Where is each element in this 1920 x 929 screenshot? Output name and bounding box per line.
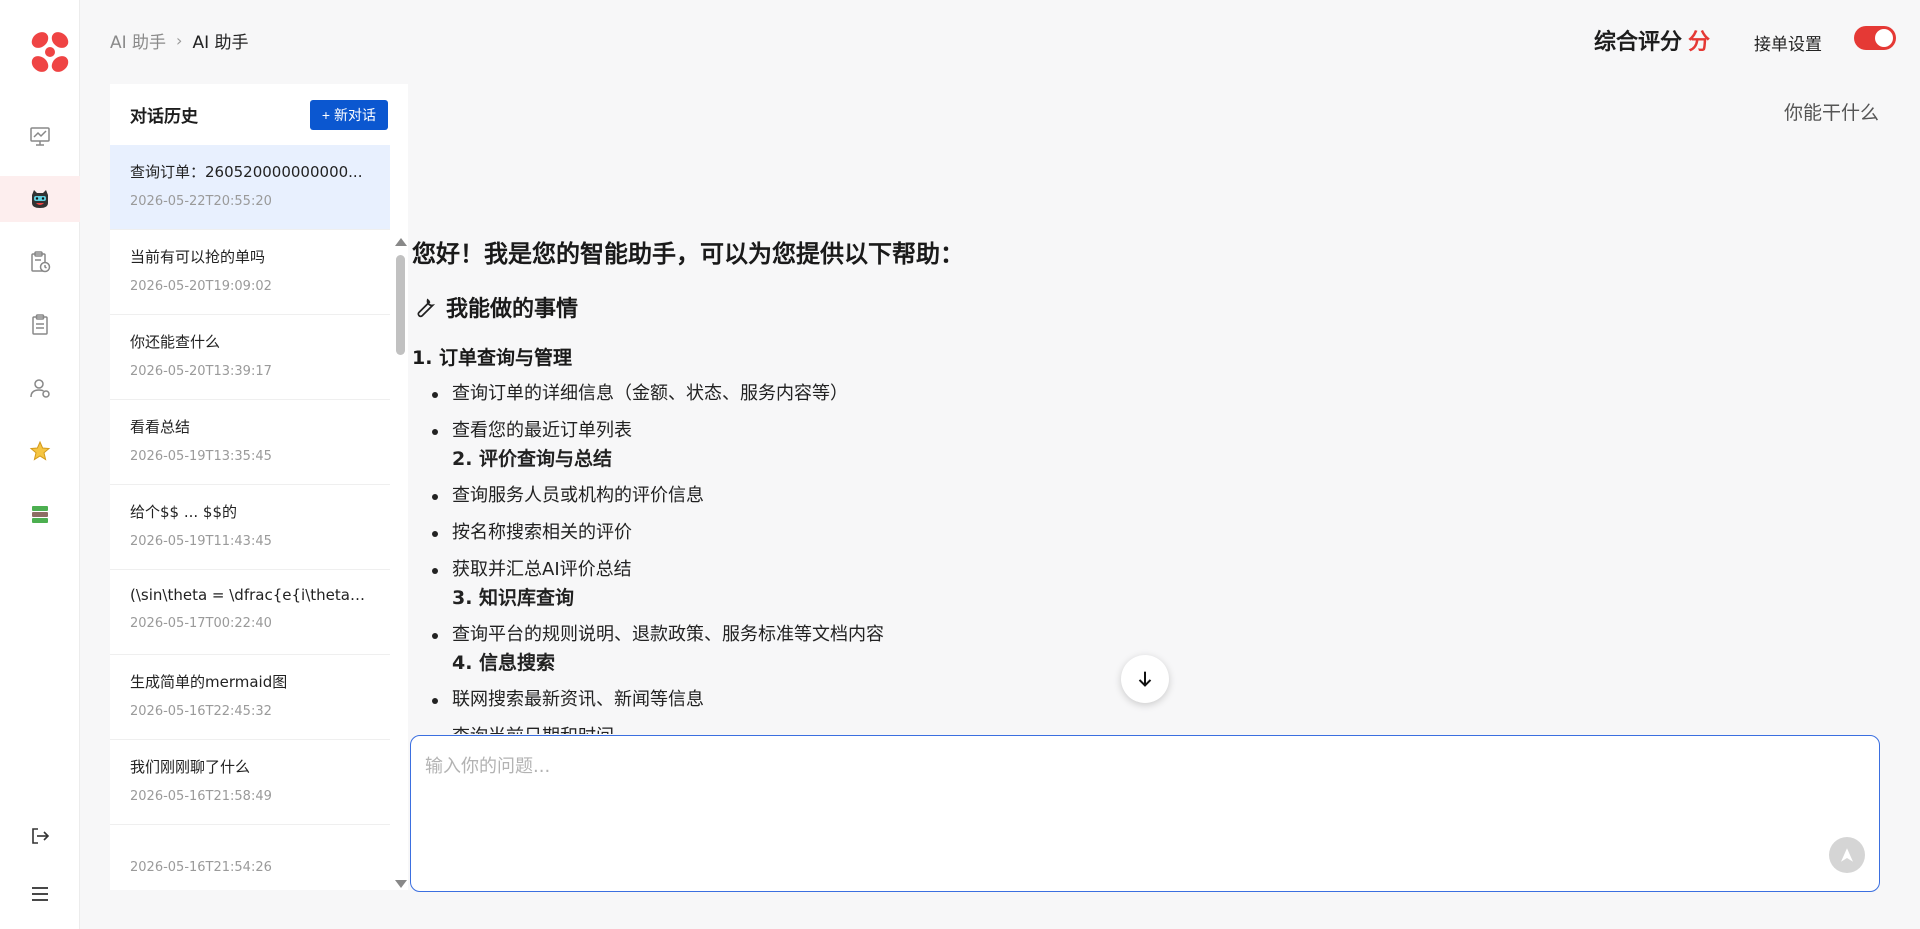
- menu-button[interactable]: [0, 871, 80, 917]
- breadcrumb-current: AI 助手: [192, 33, 249, 53]
- nav-records[interactable]: [0, 302, 80, 348]
- send-arrow-icon: [1841, 848, 1853, 862]
- nav-profile[interactable]: [0, 365, 80, 411]
- bullet-text: 获取并汇总AI评价总结: [452, 559, 632, 580]
- reply-section-heading: 我能做的事情: [412, 291, 1872, 323]
- reply-section-title: 我能做的事情: [446, 297, 579, 322]
- reply-greeting: 您好！我是您的智能助手，可以为您提供以下帮助：: [412, 240, 964, 268]
- history-item[interactable]: 生成简单的mermaid图 2026-05-16T22:45:32: [110, 655, 390, 740]
- breadcrumb: AI 助手 › AI 助手: [110, 28, 249, 53]
- bullet-text: 查询服务人员或机构的评价信息: [452, 485, 704, 506]
- reply-bullet: 查看您的最近订单列表 2. 评价查询与总结: [412, 418, 1872, 472]
- scroll-down-arrow-icon[interactable]: [395, 880, 407, 888]
- history-item-title: 当前有可以抢的单吗: [130, 248, 266, 266]
- bullet-text: 查询平台的规则说明、退款政策、服务标准等文档内容: [452, 624, 884, 645]
- nav-knowledge[interactable]: [0, 491, 80, 537]
- history-item[interactable]: 当前有可以抢的单吗 2026-05-20T19:09:02: [110, 230, 390, 315]
- chat-area: 你能干什么 您好！我是您的智能助手，可以为您提供以下帮助： 我能做的事情 1. …: [408, 84, 1880, 734]
- scroll-thumb[interactable]: [396, 255, 405, 355]
- ai-assistant-icon: [32, 190, 48, 208]
- bullet-text: 查询订单的详细信息（金额、状态、服务内容等）: [452, 383, 848, 404]
- history-item-time: 2026-05-16T22:45:32: [130, 704, 272, 719]
- reply-group-title: 1. 订单查询与管理: [412, 347, 573, 369]
- reply-bullet: 查询当前日期和时间: [412, 724, 1872, 734]
- nav-dashboard[interactable]: [0, 113, 80, 159]
- bullet-text: 查询当前日期和时间: [452, 726, 614, 734]
- logout-button[interactable]: [0, 813, 80, 859]
- bullet-text: 查看您的最近订单列表: [452, 420, 632, 441]
- history-item-title: (\sin\theta = \dfrac{e{i\theta}...: [130, 586, 370, 604]
- history-list: 查询订单：260520000000000... 2026-05-22T20:55…: [110, 145, 390, 890]
- history-item-title: 查询订单：260520000000000...: [130, 163, 363, 181]
- reply-bullet: 查询服务人员或机构的评价信息: [412, 483, 1872, 509]
- overall-score: 综合评分分: [1594, 24, 1710, 56]
- score-unit: 分: [1687, 30, 1710, 55]
- send-button[interactable]: [1829, 837, 1865, 873]
- bullet-text: 联网搜索最新资讯、新闻等信息: [452, 689, 704, 710]
- history-scrollbar[interactable]: [394, 145, 408, 890]
- history-item-time: 2026-05-19T11:43:45: [130, 534, 272, 549]
- score-label: 综合评分: [1593, 30, 1682, 55]
- order-clock-icon: [31, 251, 51, 273]
- breadcrumb-parent[interactable]: AI 助手: [110, 28, 166, 53]
- history-item[interactable]: 给个$$ ... $$的 2026-05-19T11:43:45: [110, 485, 390, 570]
- arrow-down-icon: [1138, 671, 1152, 687]
- bullet-text: 按名称搜索相关的评价: [452, 522, 632, 543]
- reply-bullet: 按名称搜索相关的评价: [412, 520, 1872, 546]
- app-logo[interactable]: [24, 26, 76, 78]
- dashboard-chart-icon: [30, 127, 50, 146]
- toggle-knob: [1875, 29, 1893, 47]
- history-title: 对话历史: [130, 107, 198, 127]
- star-icon: [29, 440, 51, 461]
- history-item[interactable]: 2026-05-16T21:54:26: [110, 825, 390, 890]
- history-panel: 对话历史 + 新对话 查询订单：260520000000000... 2026-…: [110, 84, 408, 890]
- user-settings-icon: [30, 379, 50, 398]
- order-setting-label: 接单设置: [1754, 35, 1822, 55]
- history-item-time: 2026-05-16T21:58:49: [130, 789, 272, 804]
- order-toggle-switch[interactable]: [1854, 26, 1896, 50]
- history-item[interactable]: 我们刚刚聊了什么 2026-05-16T21:58:49: [110, 740, 390, 825]
- reply-group-title: 2. 评价查询与总结: [452, 448, 613, 470]
- history-item-time: 2026-05-20T13:39:17: [130, 364, 272, 379]
- history-header: 对话历史 + 新对话: [110, 84, 408, 145]
- scroll-up-arrow-icon[interactable]: [395, 238, 407, 246]
- history-item-time: 2026-05-16T21:54:26: [130, 860, 272, 875]
- database-icon: [32, 506, 48, 523]
- history-item-title: 我们刚刚聊了什么: [130, 758, 251, 776]
- history-item-time: 2026-05-20T19:09:02: [130, 279, 272, 294]
- reply-bullet: 获取并汇总AI评价总结 3. 知识库查询: [412, 557, 1872, 611]
- history-item-title: 你还能查什么: [130, 333, 221, 351]
- user-message: 你能干什么: [1783, 102, 1879, 124]
- logout-icon: [32, 828, 50, 844]
- side-nav-rail: [0, 0, 80, 929]
- scroll-to-bottom-button[interactable]: [1121, 655, 1169, 703]
- nav-orders[interactable]: [0, 239, 80, 285]
- history-item-title: 看看总结: [130, 418, 191, 436]
- reply-bullet: 查询订单的详细信息（金额、状态、服务内容等）: [412, 381, 1872, 407]
- history-item-time: 2026-05-17T00:22:40: [130, 616, 272, 631]
- reply-group-title: 3. 知识库查询: [452, 587, 575, 609]
- chevron-right-icon: ›: [176, 31, 183, 50]
- history-item-title: 生成简单的mermaid图: [130, 673, 288, 691]
- history-item-time: 2026-05-22T20:55:20: [130, 194, 272, 209]
- history-item-time: 2026-05-19T13:35:45: [130, 449, 272, 464]
- message-input[interactable]: [425, 752, 1805, 872]
- history-item[interactable]: 查询订单：260520000000000... 2026-05-22T20:55…: [110, 145, 390, 230]
- nav-favorites[interactable]: [0, 428, 80, 474]
- history-item-title: 给个$$ ... $$的: [130, 503, 238, 521]
- history-item[interactable]: 看看总结 2026-05-19T13:35:45: [110, 400, 390, 485]
- clipboard-icon: [32, 314, 48, 335]
- history-item[interactable]: (\sin\theta = \dfrac{e{i\theta}... 2026-…: [110, 570, 390, 655]
- menu-icon: [32, 887, 48, 901]
- history-item[interactable]: 你还能查什么 2026-05-20T13:39:17: [110, 315, 390, 400]
- new-chat-button[interactable]: + 新对话: [309, 99, 388, 130]
- wrench-icon: [417, 298, 436, 318]
- nav-ai-assistant[interactable]: [0, 176, 80, 222]
- message-input-box: [410, 735, 1880, 892]
